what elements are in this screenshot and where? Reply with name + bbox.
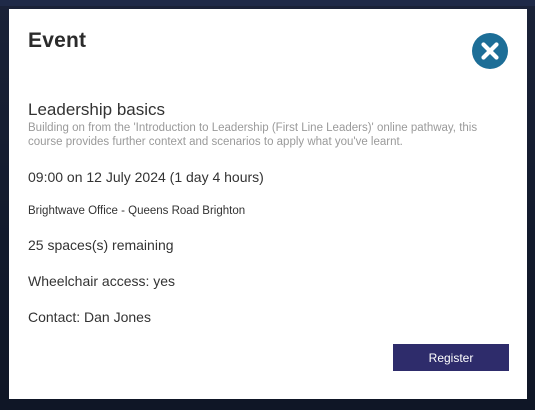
backdrop-header-strip [0, 0, 535, 6]
event-wheelchair-access: Wheelchair access: yes [28, 273, 176, 289]
course-description: Building on from the 'Introduction to Le… [28, 122, 478, 148]
course-title: Leadership basics [28, 100, 166, 119]
event-spaces-remaining: 25 spaces(s) remaining [28, 237, 174, 253]
close-icon [481, 42, 499, 60]
register-button[interactable]: Register [393, 344, 509, 371]
modal-title: Event [28, 29, 87, 52]
event-location: Brightwave Office - Queens Road Brighton [28, 205, 246, 217]
close-button[interactable] [472, 33, 508, 69]
event-datetime: 09:00 on 12 July 2024 (1 day 4 hours) [28, 169, 264, 185]
event-modal: Event Leadership basics Building on from… [9, 9, 527, 399]
event-contact: Contact: Dan Jones [28, 309, 151, 325]
